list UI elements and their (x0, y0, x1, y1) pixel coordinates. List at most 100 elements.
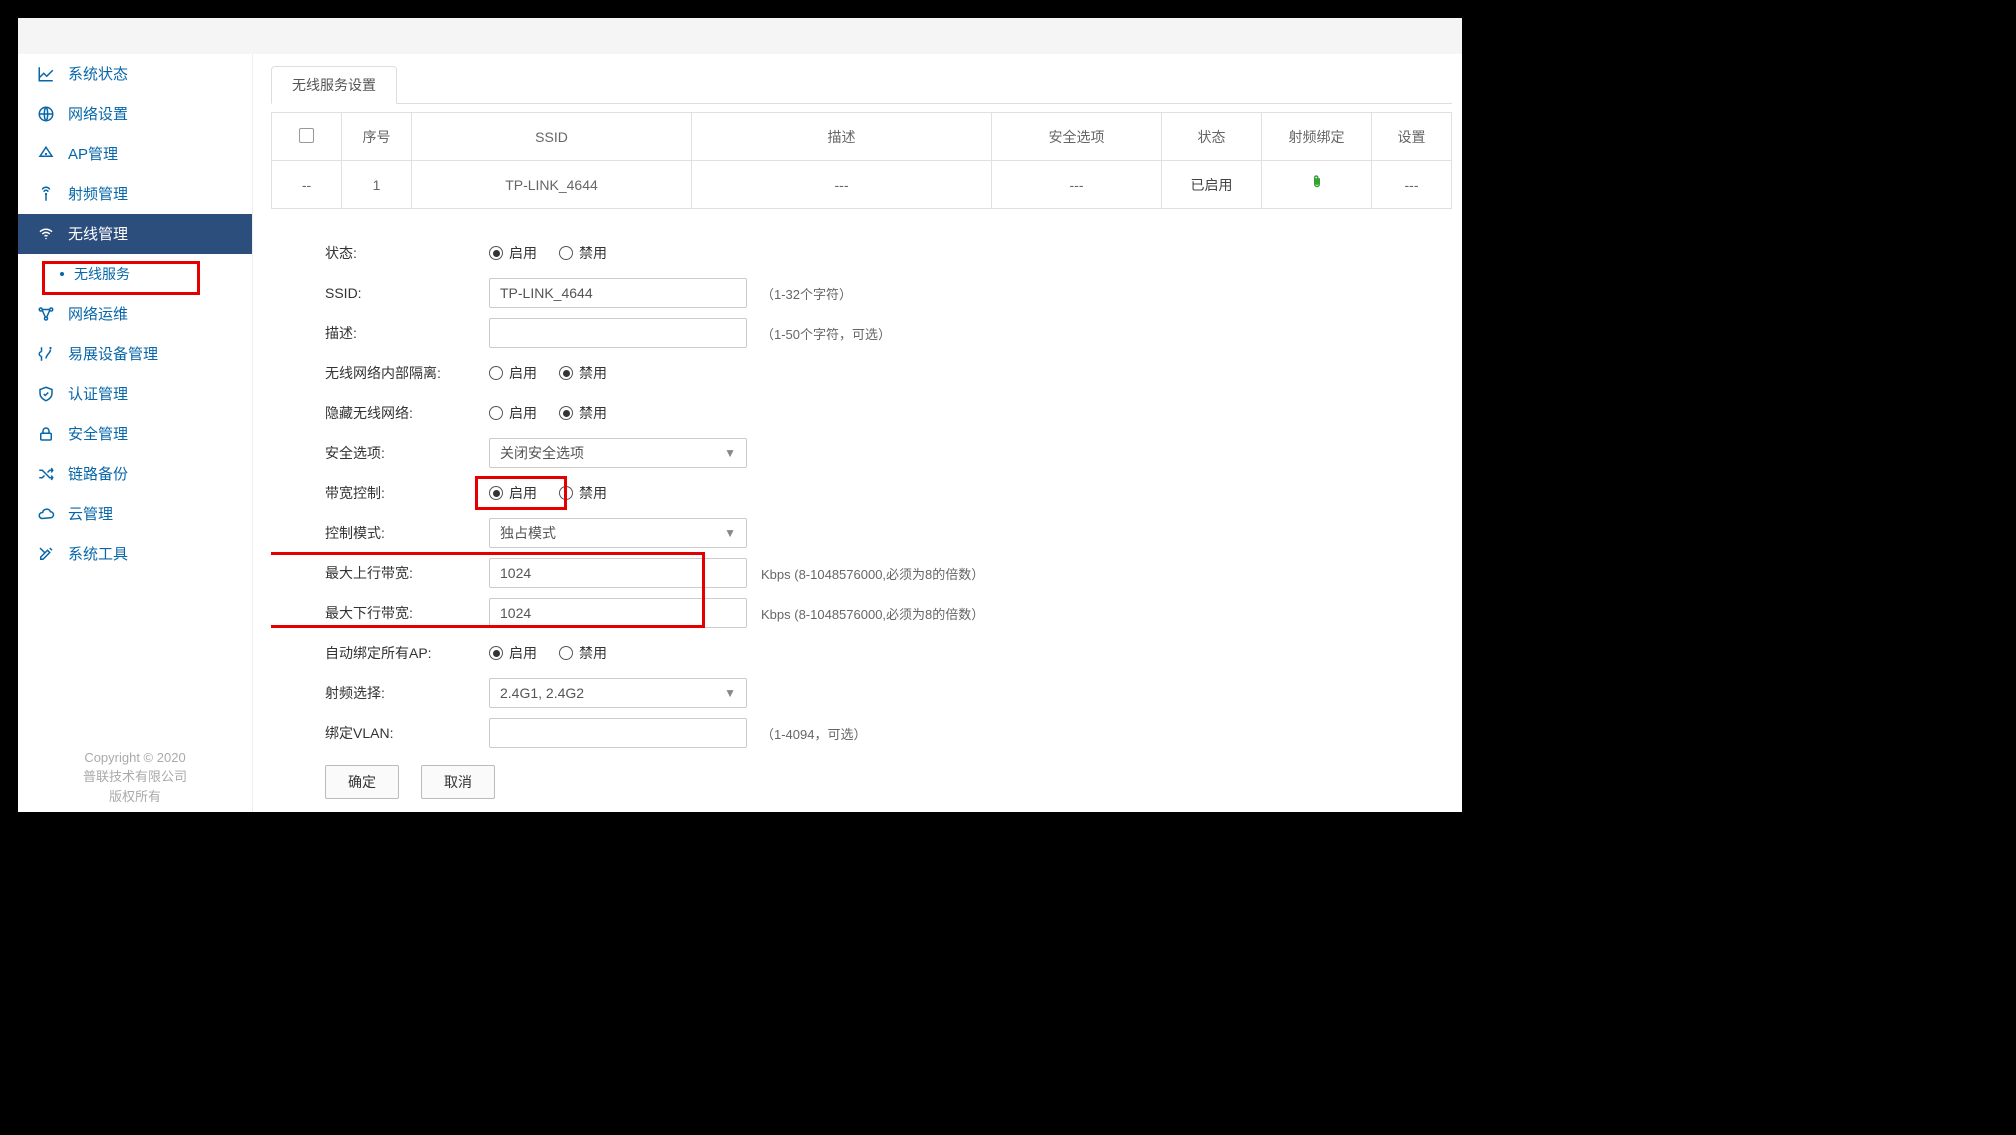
sidebar-item-network-ops[interactable]: 网络运维 (18, 294, 252, 334)
tab-bar: 无线服务设置 (271, 62, 1452, 104)
col-index: 序号 (342, 113, 412, 161)
sidebar-item-wireless-manage[interactable]: 无线管理 (18, 214, 252, 254)
sidebar: 系统状态 网络设置 AP管理 射频管理 (18, 54, 253, 812)
copyright: Copyright © 2020 普联技术有限公司 版权所有 (18, 740, 252, 813)
radio-isolation-enable[interactable]: 启用 (489, 363, 537, 383)
security-select[interactable]: 关闭安全选项 ▼ (489, 438, 747, 468)
select-all-checkbox[interactable] (299, 128, 314, 143)
ssid-table: 序号 SSID 描述 安全选项 状态 射频绑定 设置 -- (271, 112, 1452, 209)
ssid-input[interactable] (489, 278, 747, 308)
main-content: 无线服务设置 序号 SSID 描述 (253, 54, 1462, 812)
row-downbw: 最大下行带宽: Kbps (8-1048576000,必须为8的倍数） (325, 593, 1452, 633)
sidebar-item-label: AP管理 (68, 147, 118, 162)
attachment-icon (1308, 175, 1326, 195)
col-state: 状态 (1162, 113, 1262, 161)
cell-security: --- (992, 161, 1162, 209)
cell-state: 已启用 (1162, 161, 1262, 209)
cancel-button[interactable]: 取消 (421, 765, 495, 799)
wifi-icon (36, 224, 56, 244)
cell-index: 1 (342, 161, 412, 209)
security-value: 关闭安全选项 (500, 443, 584, 463)
sidebar-item-label: 链路备份 (68, 467, 128, 482)
globe-icon (36, 104, 56, 124)
sidebar-item-label: 认证管理 (68, 387, 128, 402)
col-desc: 描述 (692, 113, 992, 161)
col-security: 安全选项 (992, 113, 1162, 161)
cloud-icon (36, 504, 56, 524)
row-autoap: 自动绑定所有AP: 启用 禁用 (325, 633, 1452, 673)
sidebar-item-rf-manage[interactable]: 射频管理 (18, 174, 252, 214)
ok-button[interactable]: 确定 (325, 765, 399, 799)
bullet-icon (60, 272, 64, 276)
rfsel-value: 2.4G1, 2.4G2 (500, 685, 584, 701)
col-action: 设置 (1372, 113, 1452, 161)
row-rfsel: 射频选择: 2.4G1, 2.4G2 ▼ (325, 673, 1452, 713)
ap-icon (36, 144, 56, 164)
hint-desc: （1-50个字符，可选） (761, 324, 891, 343)
tools-icon (36, 544, 56, 564)
sidebar-item-network-settings[interactable]: 网络设置 (18, 94, 252, 134)
hint-ssid: （1-32个字符） (761, 284, 852, 303)
table-row[interactable]: -- 1 TP-LINK_4644 --- --- 已启用 --- (272, 161, 1452, 209)
chart-line-icon (36, 64, 56, 84)
sidebar-item-system-tools[interactable]: 系统工具 (18, 534, 252, 574)
sidebar-item-cloud-manage[interactable]: 云管理 (18, 494, 252, 534)
antenna-icon (36, 184, 56, 204)
radio-bwctrl-enable[interactable]: 启用 (489, 483, 537, 503)
cell-rfbind[interactable] (1262, 161, 1372, 209)
row-ssid: SSID: （1-32个字符） (325, 273, 1452, 313)
sidebar-item-label: 云管理 (68, 507, 113, 522)
row-security: 安全选项: 关闭安全选项 ▼ (325, 433, 1452, 473)
desc-input[interactable] (489, 318, 747, 348)
ctrlmode-value: 独占模式 (500, 523, 556, 543)
ctrlmode-select[interactable]: 独占模式 ▼ (489, 518, 747, 548)
radio-state-disable[interactable]: 禁用 (559, 243, 607, 263)
sidebar-item-label: 系统状态 (68, 67, 128, 82)
sidebar-item-label: 系统工具 (68, 547, 128, 562)
sidebar-subitem-label: 无线服务 (74, 264, 130, 284)
cell-action: --- (1372, 161, 1452, 209)
sidebar-item-ap-manage[interactable]: AP管理 (18, 134, 252, 174)
radio-state-enable[interactable]: 启用 (489, 243, 537, 263)
table-header-row: 序号 SSID 描述 安全选项 状态 射频绑定 设置 (272, 113, 1452, 161)
col-ssid: SSID (412, 113, 692, 161)
sidebar-item-label: 网络运维 (68, 307, 128, 322)
chevron-down-icon: ▼ (724, 686, 736, 700)
lock-icon (36, 424, 56, 444)
ssid-form: 状态: 启用 禁用 SSID: （1-32个字符） (271, 209, 1452, 812)
shield-check-icon (36, 384, 56, 404)
row-ctrlmode: 控制模式: 独占模式 ▼ (325, 513, 1452, 553)
sidebar-item-system-status[interactable]: 系统状态 (18, 54, 252, 94)
sidebar-item-label: 易展设备管理 (68, 347, 158, 362)
vlan-input[interactable] (489, 718, 747, 748)
row-bwctrl: 带宽控制: 启用 禁用 (325, 473, 1452, 513)
chevron-down-icon: ▼ (724, 446, 736, 460)
row-upbw: 最大上行带宽: Kbps (8-1048576000,必须为8的倍数） (325, 553, 1452, 593)
cell-select: -- (272, 161, 342, 209)
radio-hide-enable[interactable]: 启用 (489, 403, 537, 423)
nodes-icon (36, 304, 56, 324)
col-rfbind: 射频绑定 (1262, 113, 1372, 161)
radio-autoap-enable[interactable]: 启用 (489, 643, 537, 663)
device-icon (36, 344, 56, 364)
rfsel-select[interactable]: 2.4G1, 2.4G2 ▼ (489, 678, 747, 708)
sidebar-item-device-manage[interactable]: 易展设备管理 (18, 334, 252, 374)
radio-autoap-disable[interactable]: 禁用 (559, 643, 607, 663)
radio-hide-disable[interactable]: 禁用 (559, 403, 607, 423)
sidebar-item-security-manage[interactable]: 安全管理 (18, 414, 252, 454)
row-hide: 隐藏无线网络: 启用 禁用 (325, 393, 1452, 433)
sidebar-subitem-wireless-service[interactable]: 无线服务 (18, 254, 252, 294)
sidebar-item-label: 无线管理 (68, 227, 128, 242)
cell-desc: --- (692, 161, 992, 209)
tab-wireless-settings[interactable]: 无线服务设置 (271, 66, 397, 104)
row-desc: 描述: （1-50个字符，可选） (325, 313, 1452, 353)
radio-bwctrl-disable[interactable]: 禁用 (559, 483, 607, 503)
sidebar-item-label: 网络设置 (68, 107, 128, 122)
sidebar-item-link-backup[interactable]: 链路备份 (18, 454, 252, 494)
radio-isolation-disable[interactable]: 禁用 (559, 363, 607, 383)
hint-upbw: Kbps (8-1048576000,必须为8的倍数） (761, 564, 984, 583)
downbw-input[interactable] (489, 598, 747, 628)
sidebar-item-auth-manage[interactable]: 认证管理 (18, 374, 252, 414)
sidebar-item-label: 安全管理 (68, 427, 128, 442)
upbw-input[interactable] (489, 558, 747, 588)
